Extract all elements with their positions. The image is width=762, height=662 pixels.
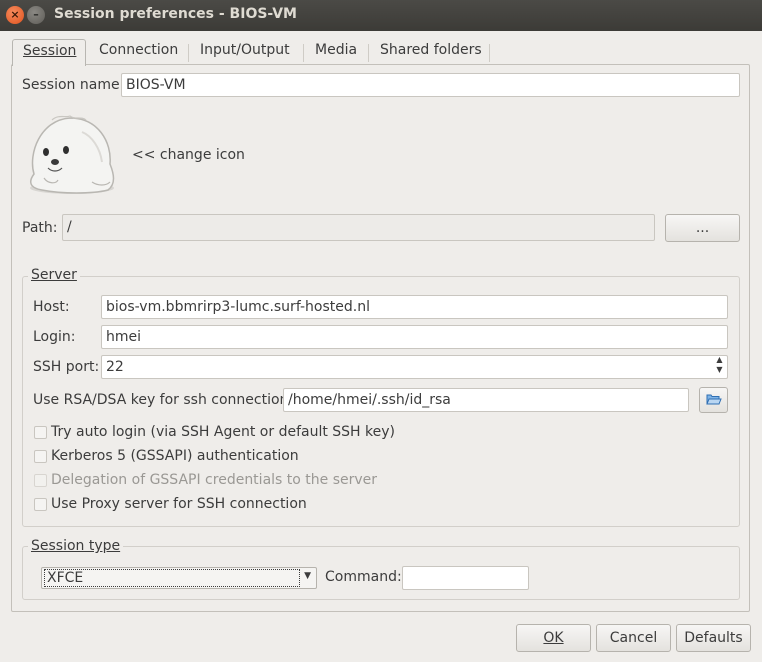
session-name-input[interactable]: BIOS-VM <box>121 73 740 97</box>
session-type-select[interactable]: XFCE ▼ <box>41 567 317 589</box>
close-icon[interactable]: × <box>6 6 24 24</box>
auto-login-label: Try auto login (via SSH Agent or default… <box>51 424 396 440</box>
server-group-title: Server <box>28 267 80 283</box>
proxy-label: Use Proxy server for SSH connection <box>51 496 307 512</box>
change-icon-link[interactable]: << change icon <box>132 147 245 163</box>
gssapi-delegation-label: Delegation of GSSAPI credentials to the … <box>51 472 378 488</box>
session-type-title-text: Session type <box>31 538 121 554</box>
auto-login-checkbox[interactable] <box>34 426 47 439</box>
window-title: Session preferences - BIOS-VM <box>54 6 297 22</box>
spin-down-icon[interactable]: ▼ <box>711 365 728 375</box>
spin-up-icon[interactable]: ▲ <box>711 355 728 365</box>
tab-input-output[interactable]: Input/Output <box>200 42 290 64</box>
host-input[interactable]: bios-vm.bbmrirp3-lumc.surf-hosted.nl <box>101 295 728 319</box>
ok-button-label: OK <box>543 630 564 646</box>
tab-media[interactable]: Media <box>315 42 357 64</box>
tab-media-label: Media <box>315 42 358 58</box>
kerberos-checkbox[interactable] <box>34 450 47 463</box>
ssh-port-stepper[interactable]: ▲ ▼ <box>711 355 728 377</box>
seal-icon[interactable] <box>22 112 118 196</box>
cancel-button-label: Cancel <box>609 630 658 646</box>
gssapi-delegation-checkbox <box>34 474 47 487</box>
tab-session-label: Session <box>23 43 77 59</box>
folder-open-icon <box>706 394 722 405</box>
command-label: Command: <box>325 569 402 585</box>
kerberos-label: Kerberos 5 (GSSAPI) authentication <box>51 448 299 464</box>
host-label: Host: <box>33 299 70 315</box>
ssh-key-input[interactable]: /home/hmei/.ssh/id_rsa <box>283 388 689 412</box>
login-input[interactable]: hmei <box>101 325 728 349</box>
ssh-key-browse-button[interactable] <box>699 387 728 413</box>
minimize-icon[interactable]: – <box>27 6 45 24</box>
path-input[interactable]: / <box>62 214 655 241</box>
session-type-value: XFCE <box>44 569 300 587</box>
ok-button[interactable]: OK <box>516 624 591 652</box>
cancel-button[interactable]: Cancel <box>596 624 671 652</box>
proxy-checkbox[interactable] <box>34 498 47 511</box>
tab-separator <box>188 44 189 62</box>
tab-connection-label: Connection <box>99 42 179 58</box>
ssh-port-label: SSH port: <box>33 359 100 375</box>
path-label: Path: <box>22 220 58 236</box>
tab-separator <box>368 44 369 62</box>
tab-connection[interactable]: Connection <box>99 42 178 64</box>
ssh-key-label: Use RSA/DSA key for ssh connection: <box>33 392 294 408</box>
tab-input-output-label: Input/Output <box>200 42 290 58</box>
defaults-button-label: Defaults <box>684 630 743 646</box>
session-type-title: Session type <box>28 538 124 554</box>
defaults-button[interactable]: Defaults <box>676 624 751 652</box>
session-name-label: Session name: <box>22 77 125 93</box>
chevron-down-icon: ▼ <box>304 571 311 581</box>
ssh-port-spinbox[interactable]: 22 <box>101 355 728 379</box>
tab-separator <box>303 44 304 62</box>
path-browse-button[interactable]: ... <box>665 214 740 242</box>
server-title-text: Server <box>31 267 77 283</box>
tab-separator <box>489 44 490 62</box>
tab-shared-folders[interactable]: Shared folders <box>380 42 482 64</box>
tab-session[interactable]: Session <box>12 39 86 66</box>
command-input[interactable] <box>402 566 529 590</box>
tab-shared-folders-label: Shared folders <box>380 42 482 58</box>
title-bar: × – Session preferences - BIOS-VM <box>0 0 762 31</box>
login-label: Login: <box>33 329 76 345</box>
